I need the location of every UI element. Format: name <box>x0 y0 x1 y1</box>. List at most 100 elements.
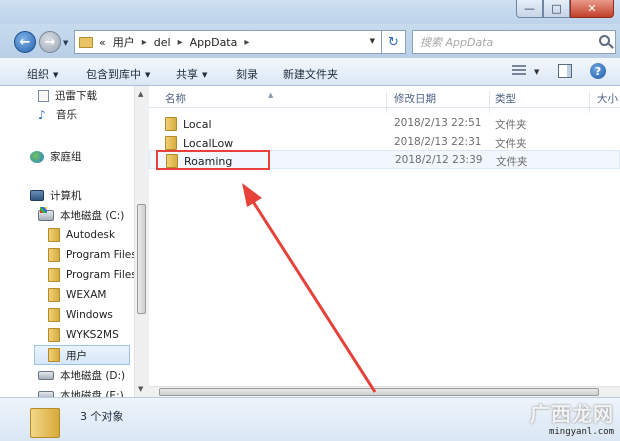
nav-item-music[interactable]: ♪ 音乐 <box>38 107 77 122</box>
maximize-button[interactable]: □ <box>543 0 570 18</box>
share-menu[interactable]: 共享 ▼ <box>176 66 207 82</box>
folder-icon <box>48 348 60 362</box>
file-date: 2018/2/12 23:39 <box>395 154 483 166</box>
window-controls: — □ ✕ <box>516 0 614 18</box>
drive-icon <box>38 371 54 380</box>
file-name: LocalLow <box>183 136 234 150</box>
title-bar: — □ ✕ <box>0 0 620 24</box>
column-header-size[interactable]: 大小 <box>597 91 618 106</box>
column-header-date[interactable]: 修改日期 <box>394 91 436 106</box>
nav-item-xunlei-downloads[interactable]: 迅雷下载 <box>38 88 97 103</box>
watermark-brand: 广西龙网 <box>530 402 614 426</box>
document-icon <box>38 89 49 102</box>
address-history-dropdown[interactable]: ▼ <box>370 37 375 45</box>
refresh-icon: ↻ <box>388 34 399 50</box>
breadcrumb-separator-icon[interactable]: ▸ <box>178 37 183 48</box>
watermark-url: mingyanl.com <box>548 427 614 437</box>
file-type: 文件夹 <box>496 156 528 168</box>
chevron-down-icon: ▼ <box>202 71 208 79</box>
search-placeholder: 搜索 AppData <box>420 36 494 49</box>
music-icon: ♪ <box>38 107 46 122</box>
column-divider[interactable] <box>386 91 387 113</box>
folder-icon <box>30 408 60 438</box>
breadcrumb-separator-icon[interactable]: ▸ <box>244 37 249 48</box>
breadcrumb-overflow[interactable]: « <box>99 36 106 49</box>
column-divider[interactable] <box>589 91 590 113</box>
nav-item-drive-e[interactable]: 本地磁盘 (E:) <box>38 388 124 397</box>
file-date: 2018/2/13 22:31 <box>394 136 482 148</box>
nav-item-windows[interactable]: Windows <box>48 308 113 322</box>
nav-item-program-files-x86[interactable]: Program Files <box>48 268 137 282</box>
sort-ascending-icon: ▲ <box>268 91 274 99</box>
folder-icon <box>48 268 60 282</box>
minimize-button[interactable]: — <box>516 0 543 18</box>
view-options-icon[interactable] <box>512 65 526 77</box>
address-row: ← → ▼ « 用户 ▸ del ▸ AppData ▸ ▼ ↻ 搜索 AppD… <box>0 24 620 58</box>
arrow-right-icon: → <box>44 34 56 50</box>
command-bar: 组织 ▼ 包含到库中 ▼ 共享 ▼ 刻录 新建文件夹 ▼ ? <box>0 58 620 86</box>
column-header-name[interactable]: 名称 <box>165 91 186 106</box>
search-input[interactable]: 搜索 AppData <box>412 30 616 54</box>
nav-item-program-files[interactable]: Program Files <box>48 248 137 262</box>
item-count: 3 个对象 <box>80 410 124 423</box>
breadcrumb-item-users[interactable]: 用户 <box>113 34 135 50</box>
arrow-left-icon: ← <box>19 34 31 50</box>
column-headers: 名称 ▲ 修改日期 类型 大小 <box>149 86 620 113</box>
folder-icon <box>79 36 93 48</box>
column-header-type[interactable]: 类型 <box>495 91 516 106</box>
folder-icon <box>48 308 60 322</box>
nav-scrollbar-thumb[interactable] <box>137 204 146 314</box>
organize-menu[interactable]: 组织 ▼ <box>27 66 58 82</box>
breadcrumb-item-del[interactable]: del <box>154 36 171 49</box>
nav-item-wyks2ms[interactable]: WYKS2MS <box>48 328 119 342</box>
file-date: 2018/2/13 22:51 <box>394 117 482 129</box>
horizontal-scrollbar-thumb[interactable] <box>159 388 599 396</box>
annotation-highlight-box <box>156 150 270 170</box>
refresh-button[interactable]: ↻ <box>382 30 406 54</box>
nav-item-users[interactable]: 用户 <box>34 345 130 365</box>
nav-item-autodesk[interactable]: Autodesk <box>48 228 115 242</box>
horizontal-scrollbar[interactable] <box>149 386 620 397</box>
folder-icon <box>165 136 177 150</box>
folder-icon <box>165 117 177 131</box>
search-icon[interactable] <box>599 35 610 46</box>
file-type: 文件夹 <box>495 138 527 150</box>
nav-scrollbar[interactable]: ▲ ▼ <box>134 86 148 397</box>
watermark: 广西龙网 mingyanl.com <box>530 398 614 437</box>
burn-button[interactable]: 刻录 <box>236 66 258 82</box>
view-options-dropdown[interactable]: ▼ <box>534 68 539 76</box>
nav-item-drive-c[interactable]: 本地磁盘 (C:) <box>38 207 124 223</box>
forward-button[interactable]: → <box>39 31 61 53</box>
file-name: Local <box>183 117 212 131</box>
column-divider[interactable] <box>489 91 490 113</box>
help-icon[interactable]: ? <box>590 63 606 79</box>
nav-item-wexam[interactable]: WEXAM <box>48 288 106 302</box>
include-in-library-menu[interactable]: 包含到库中 ▼ <box>86 66 150 82</box>
file-row[interactable]: Local 2018/2/13 22:51 文件夹 <box>149 114 620 133</box>
breadcrumb-separator-icon[interactable]: ▸ <box>142 37 147 48</box>
folder-icon <box>48 288 60 302</box>
folder-icon <box>48 228 60 242</box>
computer-icon <box>30 190 44 201</box>
folder-icon <box>48 248 60 262</box>
file-list: 名称 ▲ 修改日期 类型 大小 Local 2018/2/13 22:51 文件… <box>149 86 620 397</box>
nav-item-computer[interactable]: 计算机 <box>30 188 82 203</box>
navigation-pane: 迅雷下载 ♪ 音乐 家庭组 计算机 本地磁盘 (C:) Autodesk Prog… <box>0 86 148 397</box>
chevron-down-icon: ▼ <box>145 71 151 79</box>
preview-pane-icon[interactable] <box>558 64 572 78</box>
folder-icon <box>48 328 60 342</box>
scroll-up-icon[interactable]: ▲ <box>138 90 143 98</box>
close-button[interactable]: ✕ <box>570 0 614 18</box>
homegroup-icon <box>30 150 44 163</box>
nav-item-drive-d[interactable]: 本地磁盘 (D:) <box>38 368 125 383</box>
back-button[interactable]: ← <box>14 31 36 53</box>
chevron-down-icon: ▼ <box>53 71 59 79</box>
scroll-down-icon[interactable]: ▼ <box>138 385 143 393</box>
recent-pages-dropdown[interactable]: ▼ <box>63 39 68 47</box>
new-folder-button[interactable]: 新建文件夹 <box>283 66 338 82</box>
file-type: 文件夹 <box>495 119 527 131</box>
breadcrumb-item-appdata[interactable]: AppData <box>190 36 238 49</box>
address-bar[interactable]: « 用户 ▸ del ▸ AppData ▸ ▼ <box>74 30 382 54</box>
status-bar: 3 个对象 <box>0 397 620 441</box>
nav-item-homegroup[interactable]: 家庭组 <box>30 149 82 164</box>
